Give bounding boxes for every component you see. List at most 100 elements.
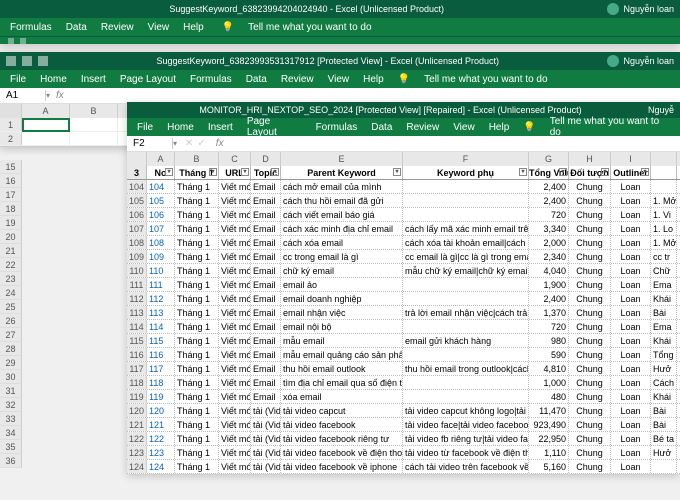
tell-me[interactable]: Tell me what you want to do — [424, 74, 547, 85]
cell-outliner[interactable]: Loan — [611, 250, 651, 263]
tab-file[interactable]: File — [137, 122, 153, 133]
cell-no[interactable]: 113 — [147, 306, 175, 319]
cell-url[interactable]: Viết mới — [219, 432, 251, 445]
cell-parent-keyword[interactable]: tải video facebook — [281, 418, 403, 431]
cell-volume[interactable]: 480 — [529, 390, 569, 403]
cell-audience[interactable]: Chung — [569, 292, 611, 305]
cell-audience[interactable]: Chung — [569, 208, 611, 221]
cell-extra[interactable]: Khái — [651, 334, 677, 347]
filter-dropdown-icon[interactable]: ▾ — [641, 168, 649, 176]
tab-insert[interactable]: Insert — [208, 122, 233, 133]
cell-url[interactable]: Viết mới — [219, 348, 251, 361]
cell-audience[interactable]: Chung — [569, 446, 611, 459]
active-cell[interactable] — [22, 118, 70, 132]
col-header[interactable]: A — [147, 152, 175, 166]
tell-me[interactable]: Tell me what you want to do — [248, 22, 371, 33]
row-header[interactable]: 107 — [127, 222, 147, 235]
cell-audience[interactable]: Chung — [569, 236, 611, 249]
cell-month[interactable]: Tháng 1 — [175, 320, 219, 333]
cell-outliner[interactable]: Loan — [611, 222, 651, 235]
cell-audience[interactable]: Chung — [569, 348, 611, 361]
cell-parent-keyword[interactable]: cách xác minh địa chỉ email — [281, 222, 403, 235]
cell-extra[interactable]: cc tr — [651, 250, 677, 263]
th-no[interactable]: No▾ — [147, 166, 175, 179]
tab-review[interactable]: Review — [406, 122, 439, 133]
cell-extra[interactable]: 1. Mở — [651, 194, 677, 207]
row-header[interactable]: 121 — [127, 418, 147, 431]
cell-url[interactable]: Viết mới — [219, 320, 251, 333]
tab-pagelayout[interactable]: Page Layout — [247, 116, 302, 138]
cell-extra[interactable]: Bài — [651, 306, 677, 319]
cell-outliner[interactable]: Loan — [611, 264, 651, 277]
cell-keyword-sub[interactable] — [403, 194, 529, 207]
cell-url[interactable]: Viết mới — [219, 222, 251, 235]
cell-topic[interactable]: Email — [251, 348, 281, 361]
cell-extra[interactable]: Bé ta — [651, 432, 677, 445]
cell-no[interactable]: 124 — [147, 460, 175, 473]
row-header[interactable]: 28 — [0, 342, 22, 356]
tab-view[interactable]: View — [328, 74, 350, 85]
cell-month[interactable]: Tháng 1 — [175, 292, 219, 305]
tab-help[interactable]: Help — [489, 122, 510, 133]
cell-extra[interactable]: 1. Mở — [651, 236, 677, 249]
cell-outliner[interactable]: Loan — [611, 404, 651, 417]
cell-volume[interactable]: 590 — [529, 348, 569, 361]
cell-volume[interactable]: 2,400 — [529, 194, 569, 207]
cell-no[interactable]: 118 — [147, 376, 175, 389]
cell-url[interactable]: Viết mới — [219, 418, 251, 431]
cell-no[interactable]: 106 — [147, 208, 175, 221]
cell-topic[interactable]: Email — [251, 208, 281, 221]
row-header[interactable]: 124 — [127, 460, 147, 473]
cell-month[interactable]: Tháng 1 — [175, 446, 219, 459]
row-header[interactable]: 108 — [127, 236, 147, 249]
row-header[interactable]: 21 — [0, 244, 22, 258]
row-header[interactable]: 104 — [127, 180, 147, 193]
cell-topic[interactable]: Email — [251, 264, 281, 277]
cell-no[interactable]: 122 — [147, 432, 175, 445]
row-header[interactable]: 114 — [127, 320, 147, 333]
row-header[interactable]: 22 — [0, 258, 22, 272]
row-header[interactable]: 105 — [127, 194, 147, 207]
cell-volume[interactable]: 2,340 — [529, 250, 569, 263]
cell-parent-keyword[interactable]: email ảo — [281, 278, 403, 291]
cell-url[interactable]: Viết mới — [219, 460, 251, 473]
th-volume[interactable]: Tổng Volume▾ — [529, 166, 569, 179]
cell-outliner[interactable]: Loan — [611, 278, 651, 291]
cell-topic[interactable]: tải (Video — [251, 418, 281, 431]
undo-icon[interactable] — [22, 56, 32, 66]
cell[interactable] — [22, 132, 70, 146]
tab-home[interactable]: Home — [40, 74, 67, 85]
tab-data[interactable]: Data — [246, 74, 267, 85]
cell-parent-keyword[interactable]: tải video capcut — [281, 404, 403, 417]
col-header[interactable]: D — [251, 152, 281, 166]
cell-topic[interactable]: Email — [251, 180, 281, 193]
cell-outliner[interactable]: Loan — [611, 390, 651, 403]
cell-parent-keyword[interactable]: mẫu email quảng cáo sản phẩm — [281, 348, 403, 361]
cell-keyword-sub[interactable]: email gửi khách hàng — [403, 334, 529, 347]
cell-no[interactable]: 110 — [147, 264, 175, 277]
cell-audience[interactable]: Chung — [569, 390, 611, 403]
cell-extra[interactable]: Bài — [651, 418, 677, 431]
cell-topic[interactable]: Email — [251, 292, 281, 305]
cell-volume[interactable]: 1,110 — [529, 446, 569, 459]
cell-month[interactable]: Tháng 1 — [175, 306, 219, 319]
cell-month[interactable]: Tháng 1 — [175, 264, 219, 277]
tab-file[interactable]: File — [10, 74, 26, 85]
cell-no[interactable]: 117 — [147, 362, 175, 375]
row-header[interactable]: 32 — [0, 398, 22, 412]
cell-keyword-sub[interactable]: mẫu chữ ký email|chữ ký email ch — [403, 264, 529, 277]
cell-parent-keyword[interactable]: email doanh nghiệp — [281, 292, 403, 305]
cell-volume[interactable]: 720 — [529, 208, 569, 221]
titlebar[interactable]: SuggestKeyword_63823994204024940 - Excel… — [0, 0, 680, 18]
cell-volume[interactable]: 4,810 — [529, 362, 569, 375]
qat-item[interactable] — [20, 38, 26, 44]
cell-keyword-sub[interactable] — [403, 320, 529, 333]
cell-month[interactable]: Tháng 1 — [175, 362, 219, 375]
cell-keyword-sub[interactable] — [403, 376, 529, 389]
cell-topic[interactable]: Email — [251, 320, 281, 333]
cell-month[interactable]: Tháng 1 — [175, 194, 219, 207]
cell-no[interactable]: 104 — [147, 180, 175, 193]
cell-topic[interactable]: Email — [251, 222, 281, 235]
cell-outliner[interactable]: Loan — [611, 292, 651, 305]
cell-topic[interactable]: tải (Video — [251, 460, 281, 473]
